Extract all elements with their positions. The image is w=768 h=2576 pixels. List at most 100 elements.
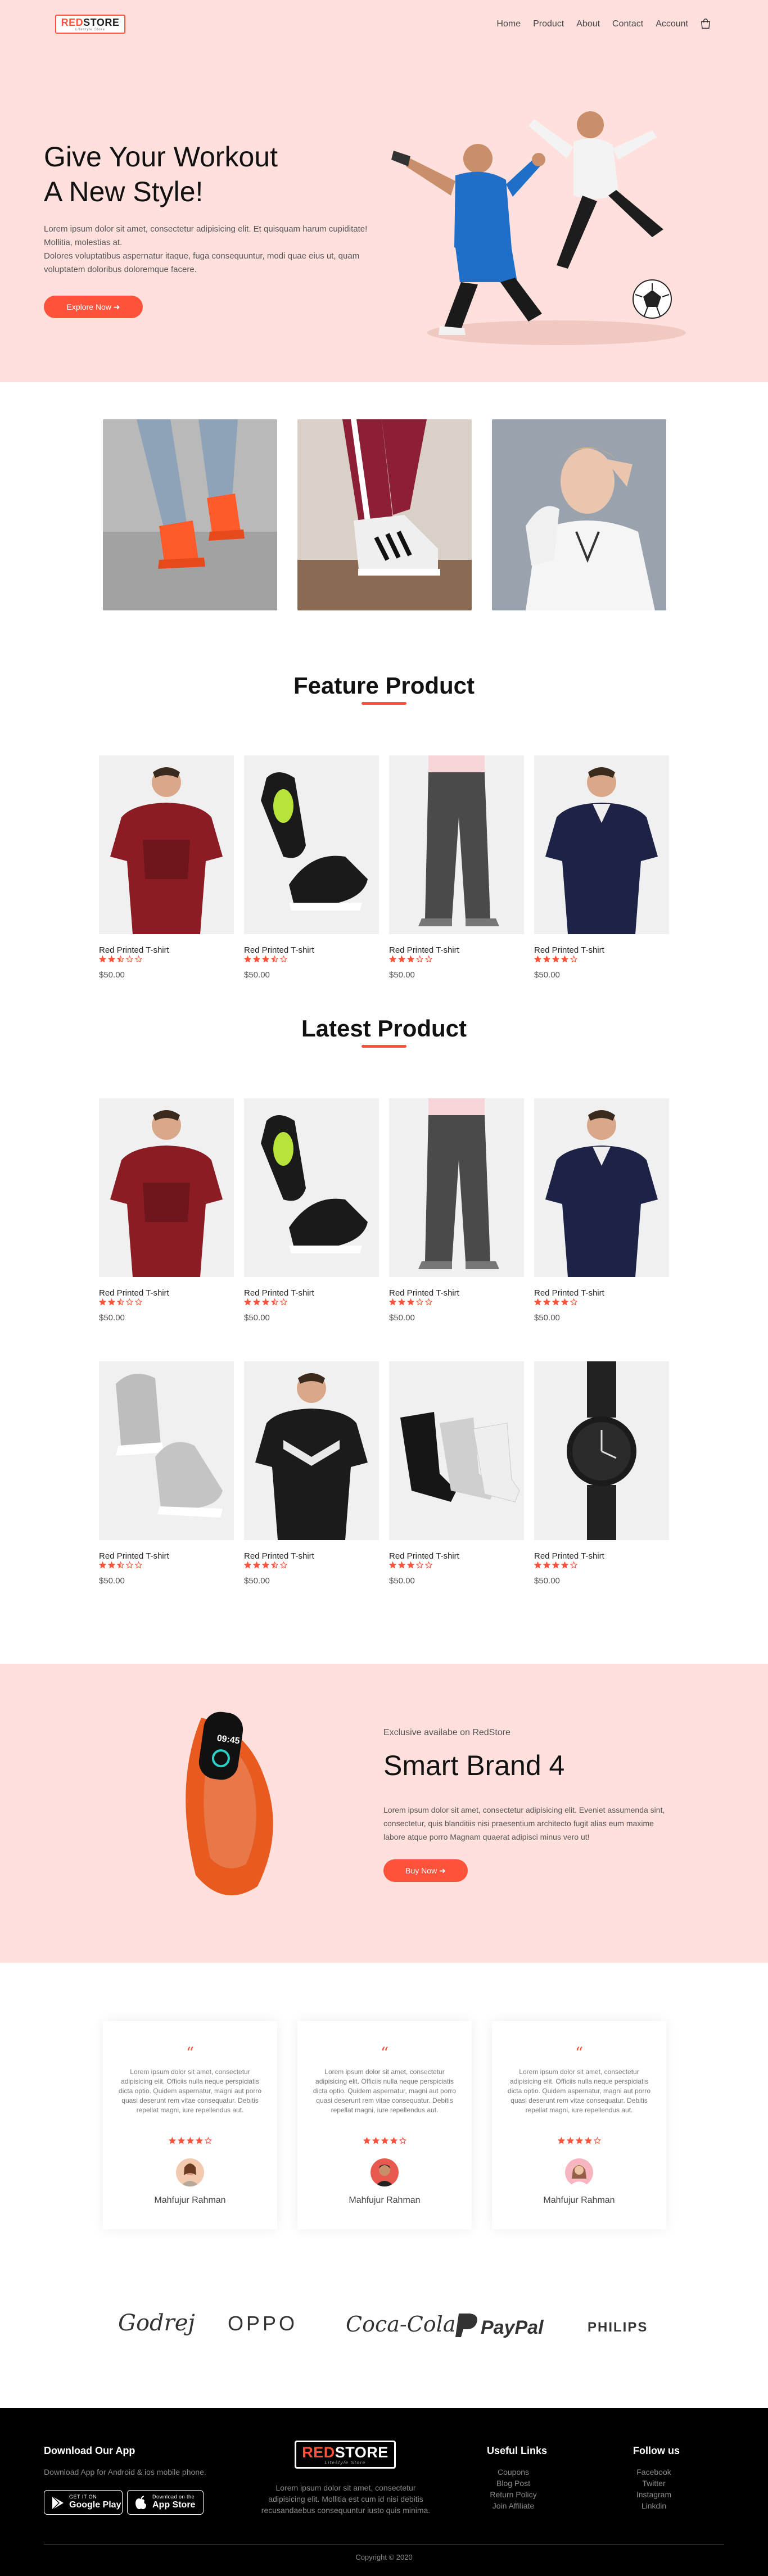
footer-link-affiliate[interactable]: Join Affiliate (487, 2500, 540, 2511)
product-rating (244, 1298, 287, 1306)
nav-account[interactable]: Account (656, 19, 688, 29)
star-icon-full (398, 956, 405, 963)
product-name[interactable]: Red Printed T-shirt (534, 945, 604, 955)
footer-logo[interactable]: REDSTORE Lifestyle Store (295, 2441, 396, 2469)
category-shoes-image[interactable] (297, 419, 472, 610)
google-play-small: GET IT ON (69, 2494, 97, 2500)
footer-link-twitter[interactable]: Twitter (629, 2478, 679, 2489)
testimonial-text: Lorem ipsum dolor sit amet, consectetur … (507, 2068, 651, 2114)
star-icon-full (389, 956, 396, 963)
product-image[interactable] (244, 1098, 379, 1277)
product-image[interactable] (99, 1361, 234, 1540)
product-image[interactable] (534, 755, 669, 934)
product-image[interactable] (244, 1361, 379, 1540)
nav-product[interactable]: Product (533, 19, 564, 29)
star-icon-full (407, 1298, 414, 1306)
product-image[interactable] (534, 1098, 669, 1277)
testimonial-text: Lorem ipsum dolor sit amet, consectetur … (118, 2068, 262, 2114)
star-icon-full (177, 2137, 185, 2144)
product-name[interactable]: Red Printed T-shirt (99, 945, 169, 955)
product-card[interactable]: Red Printed T-shirt $50.00 (534, 755, 669, 980)
footer-link-linkedin[interactable]: Linkdin (629, 2500, 679, 2511)
google-play-label: Google Play (69, 2500, 121, 2510)
product-image[interactable] (99, 1098, 234, 1277)
product-name[interactable]: Red Printed T-shirt (244, 945, 314, 955)
product-image[interactable] (389, 1098, 524, 1277)
product-card[interactable]: Red Printed T-shirt $50.00 (389, 1098, 524, 1323)
star-icon-empty (126, 956, 133, 963)
product-price: $50.00 (99, 970, 125, 980)
footer-link-facebook[interactable]: Facebook (629, 2466, 679, 2478)
testimonials: “ Lorem ipsum dolor sit amet, consectetu… (103, 2021, 666, 2229)
category-sneakers-image[interactable] (103, 419, 277, 610)
google-play-button[interactable]: GET IT ON Google Play (44, 2490, 123, 2515)
product-card[interactable]: Red Printed T-shirt $50.00 (389, 1361, 524, 1586)
product-image[interactable] (99, 755, 234, 934)
product-name[interactable]: Red Printed T-shirt (534, 1288, 604, 1298)
product-image[interactable] (389, 755, 524, 934)
testimonial-rating (492, 2137, 666, 2144)
hero-text-line2: Dolores voluptatibus aspernatur itaque, … (44, 251, 360, 274)
product-card[interactable]: Red Printed T-shirt $50.00 (99, 755, 234, 980)
footer-link-instagram[interactable]: Instagram (629, 2489, 679, 2500)
category-jacket-art (492, 419, 666, 610)
product-image[interactable] (244, 755, 379, 934)
star-icon-empty (416, 956, 423, 963)
app-store-button[interactable]: Download on the App Store (127, 2490, 204, 2515)
product-name[interactable]: Red Printed T-shirt (99, 1551, 169, 1561)
star-icon-empty (399, 2137, 406, 2144)
copyright: Copyright © 2020 (355, 2553, 413, 2561)
testimonial-text: Lorem ipsum dolor sit amet, consectetur … (313, 2068, 457, 2114)
footer-link-coupons[interactable]: Coupons (487, 2466, 540, 2478)
quote-icon: “ (380, 2044, 389, 2062)
star-icon-full (552, 1298, 559, 1306)
star-icon-empty (570, 956, 577, 963)
product-image[interactable] (389, 1361, 524, 1540)
product-name[interactable]: Red Printed T-shirt (534, 1551, 604, 1561)
product-name[interactable]: Red Printed T-shirt (244, 1288, 314, 1298)
footer-link-blog[interactable]: Blog Post (487, 2478, 540, 2489)
product-card[interactable]: Red Printed T-shirt $50.00 (244, 1098, 379, 1323)
nav-about[interactable]: About (576, 19, 600, 29)
product-card[interactable]: Red Printed T-shirt $50.00 (244, 1361, 379, 1586)
product-card[interactable]: Red Printed T-shirt $50.00 (99, 1361, 234, 1586)
footer-link-return[interactable]: Return Policy (487, 2489, 540, 2500)
product-card[interactable]: Red Printed T-shirt $50.00 (534, 1098, 669, 1323)
testimonial-name: Mahfujur Rahman (154, 2195, 226, 2205)
product-name[interactable]: Red Printed T-shirt (99, 1288, 169, 1298)
nav-contact[interactable]: Contact (612, 19, 643, 29)
avatar (565, 2158, 593, 2186)
product-card[interactable]: Red Printed T-shirt $50.00 (534, 1361, 669, 1586)
product-price: $50.00 (534, 970, 560, 980)
explore-now-button[interactable]: Explore Now ➜ (44, 296, 143, 318)
footer-follow-title: Follow us (633, 2445, 680, 2456)
product-name[interactable]: Red Printed T-shirt (389, 1288, 459, 1298)
nav-menu: Home Product About Contact Account (496, 19, 688, 29)
product-image[interactable] (534, 1361, 669, 1540)
buy-now-button[interactable]: Buy Now ➜ (383, 1859, 468, 1882)
hero-athletes-image (391, 111, 686, 345)
product-card[interactable]: Red Printed T-shirt $50.00 (99, 1098, 234, 1323)
star-icon-full (534, 956, 541, 963)
cart-icon[interactable] (699, 17, 712, 30)
product-price: $50.00 (99, 1576, 125, 1586)
star-icon-full (407, 1561, 414, 1569)
brand-godrej: Godrej (118, 2310, 195, 2336)
footer-download-text: Download App for Android & ios mobile ph… (44, 2468, 206, 2477)
smart-band-image: 09:45 (186, 1712, 273, 1895)
category-jacket-image[interactable] (492, 419, 666, 610)
app-store-label: App Store (152, 2500, 196, 2510)
star-icon-empty (126, 1561, 133, 1569)
product-card[interactable]: Red Printed T-shirt $50.00 (244, 755, 379, 980)
star-icon-empty (280, 1298, 287, 1306)
star-icon-empty (425, 1561, 432, 1569)
nav-home[interactable]: Home (496, 19, 521, 29)
product-name[interactable]: Red Printed T-shirt (389, 945, 459, 955)
product-name[interactable]: Red Printed T-shirt (389, 1551, 459, 1561)
category-shoes-art (297, 419, 472, 610)
testimonial-rating (297, 2137, 472, 2144)
product-card[interactable]: Red Printed T-shirt $50.00 (389, 755, 524, 980)
testimonial-card: “ Lorem ipsum dolor sit amet, consectetu… (103, 2021, 277, 2229)
logo[interactable]: REDSTORE Lifestyle Store (55, 15, 125, 34)
product-name[interactable]: Red Printed T-shirt (244, 1551, 314, 1561)
